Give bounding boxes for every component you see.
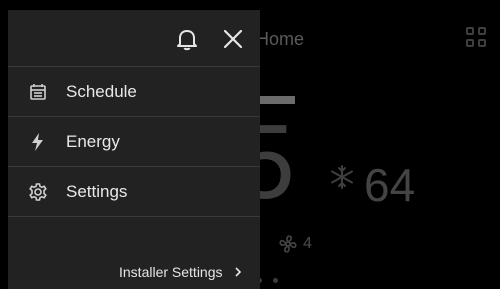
menu-item-settings[interactable]: Settings bbox=[8, 167, 260, 216]
navigation-drawer: Schedule Energy Settings Installer Setti… bbox=[8, 10, 260, 289]
menu-item-label: Energy bbox=[66, 131, 120, 151]
fan-icon bbox=[279, 235, 297, 253]
grid-menu-icon[interactable] bbox=[466, 27, 488, 49]
chevron-right-icon bbox=[234, 267, 241, 277]
cool-setpoint[interactable]: 64 bbox=[364, 158, 415, 212]
menu-item-schedule[interactable]: Schedule bbox=[8, 67, 260, 116]
installer-settings-link[interactable]: Installer Settings bbox=[119, 264, 243, 280]
calendar-icon bbox=[30, 84, 46, 100]
menu-item-energy[interactable]: Energy bbox=[8, 117, 260, 166]
page-indicator-dot bbox=[273, 278, 278, 283]
installer-settings-label: Installer Settings bbox=[119, 264, 223, 280]
lightning-icon bbox=[32, 133, 43, 151]
snowflake-icon bbox=[331, 165, 353, 189]
gear-icon bbox=[29, 183, 47, 201]
fan-speed: 4 bbox=[303, 235, 312, 252]
bell-icon[interactable] bbox=[174, 26, 200, 52]
close-icon[interactable] bbox=[220, 26, 246, 52]
thermostat-screen: Home 5 64 4 Schedule Energy Settings Ins… bbox=[0, 0, 500, 289]
menu-item-label: Schedule bbox=[66, 81, 137, 101]
menu-item-label: Settings bbox=[66, 181, 128, 201]
drawer-header bbox=[8, 10, 260, 66]
divider bbox=[8, 216, 260, 217]
home-title: Home bbox=[256, 29, 305, 49]
